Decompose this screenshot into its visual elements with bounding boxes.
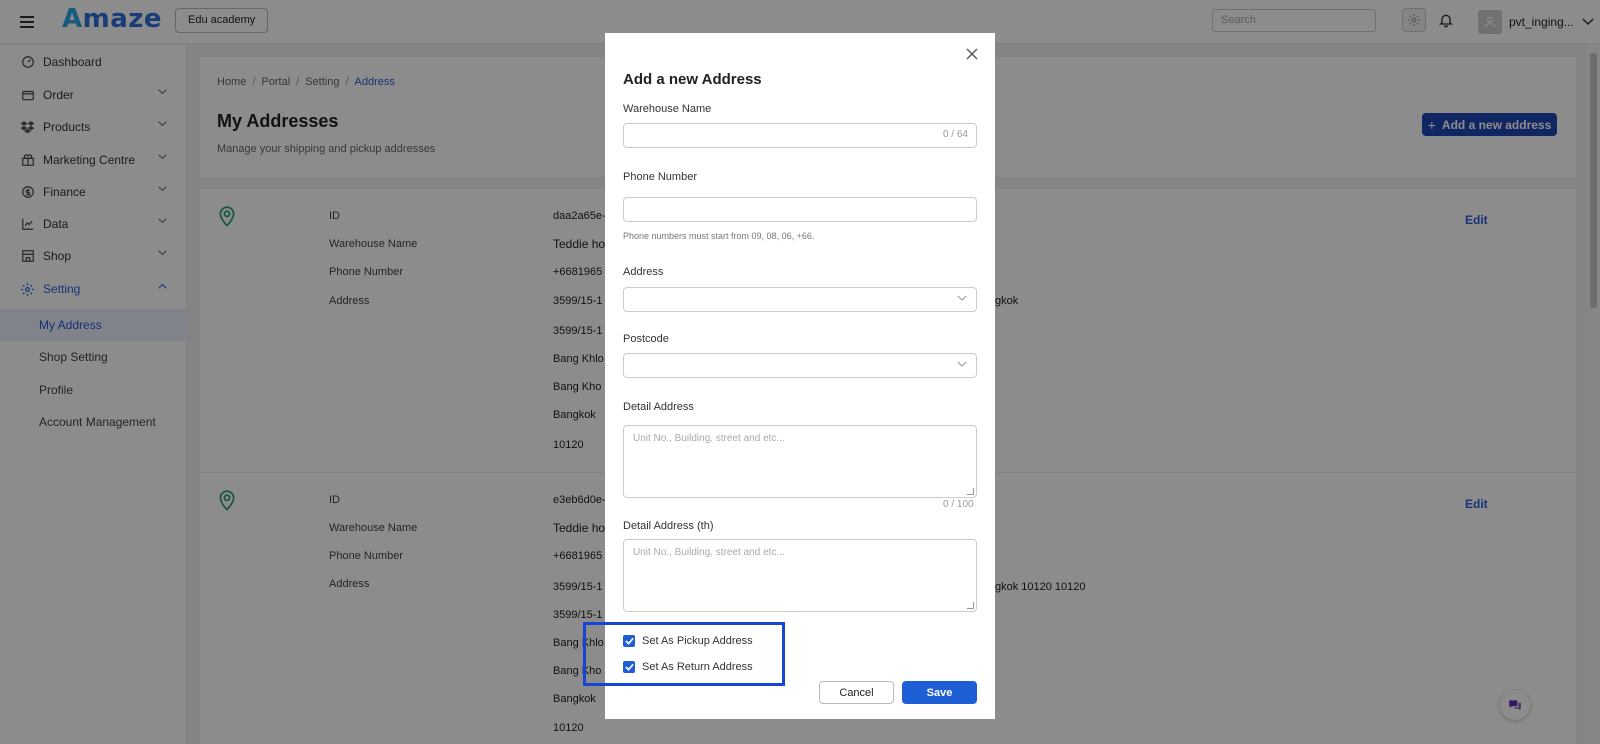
checkbox-highlight-annotation (583, 622, 785, 686)
detail-address-counter: 0 / 100 (943, 499, 974, 510)
warehouse-name-input[interactable]: 0 / 64 (623, 123, 977, 148)
modal-title: Add a new Address (623, 71, 762, 88)
address-select[interactable] (623, 287, 977, 312)
phone-number-label: Phone Number (623, 171, 697, 183)
cancel-button[interactable]: Cancel (819, 681, 894, 704)
close-icon[interactable] (965, 47, 979, 61)
phone-number-input[interactable] (623, 197, 977, 222)
resize-handle-icon[interactable] (967, 602, 974, 609)
detail-address-th-label: Detail Address (th) (623, 520, 714, 532)
warehouse-name-counter: 0 / 64 (942, 129, 968, 140)
detail-address-th-textarea[interactable]: Unit No., Building, street and etc... (623, 539, 977, 612)
detail-address-th-placeholder: Unit No., Building, street and etc... (633, 547, 785, 558)
detail-address-textarea[interactable]: Unit No., Building, street and etc... (623, 425, 977, 498)
detail-address-placeholder: Unit No., Building, street and etc... (633, 433, 785, 444)
phone-number-hint: Phone numbers must start from 09, 08, 06… (623, 231, 815, 241)
detail-address-label: Detail Address (623, 401, 694, 413)
postcode-select[interactable] (623, 353, 977, 378)
chevron-down-icon (957, 295, 967, 301)
save-button[interactable]: Save (902, 681, 977, 704)
add-address-modal: Add a new Address Warehouse Name 0 / 64 … (605, 33, 995, 719)
warehouse-name-label: Warehouse Name (623, 103, 712, 115)
resize-handle-icon[interactable] (967, 488, 974, 495)
postcode-label: Postcode (623, 333, 669, 345)
address-label: Address (623, 266, 664, 278)
chevron-down-icon (957, 361, 967, 367)
